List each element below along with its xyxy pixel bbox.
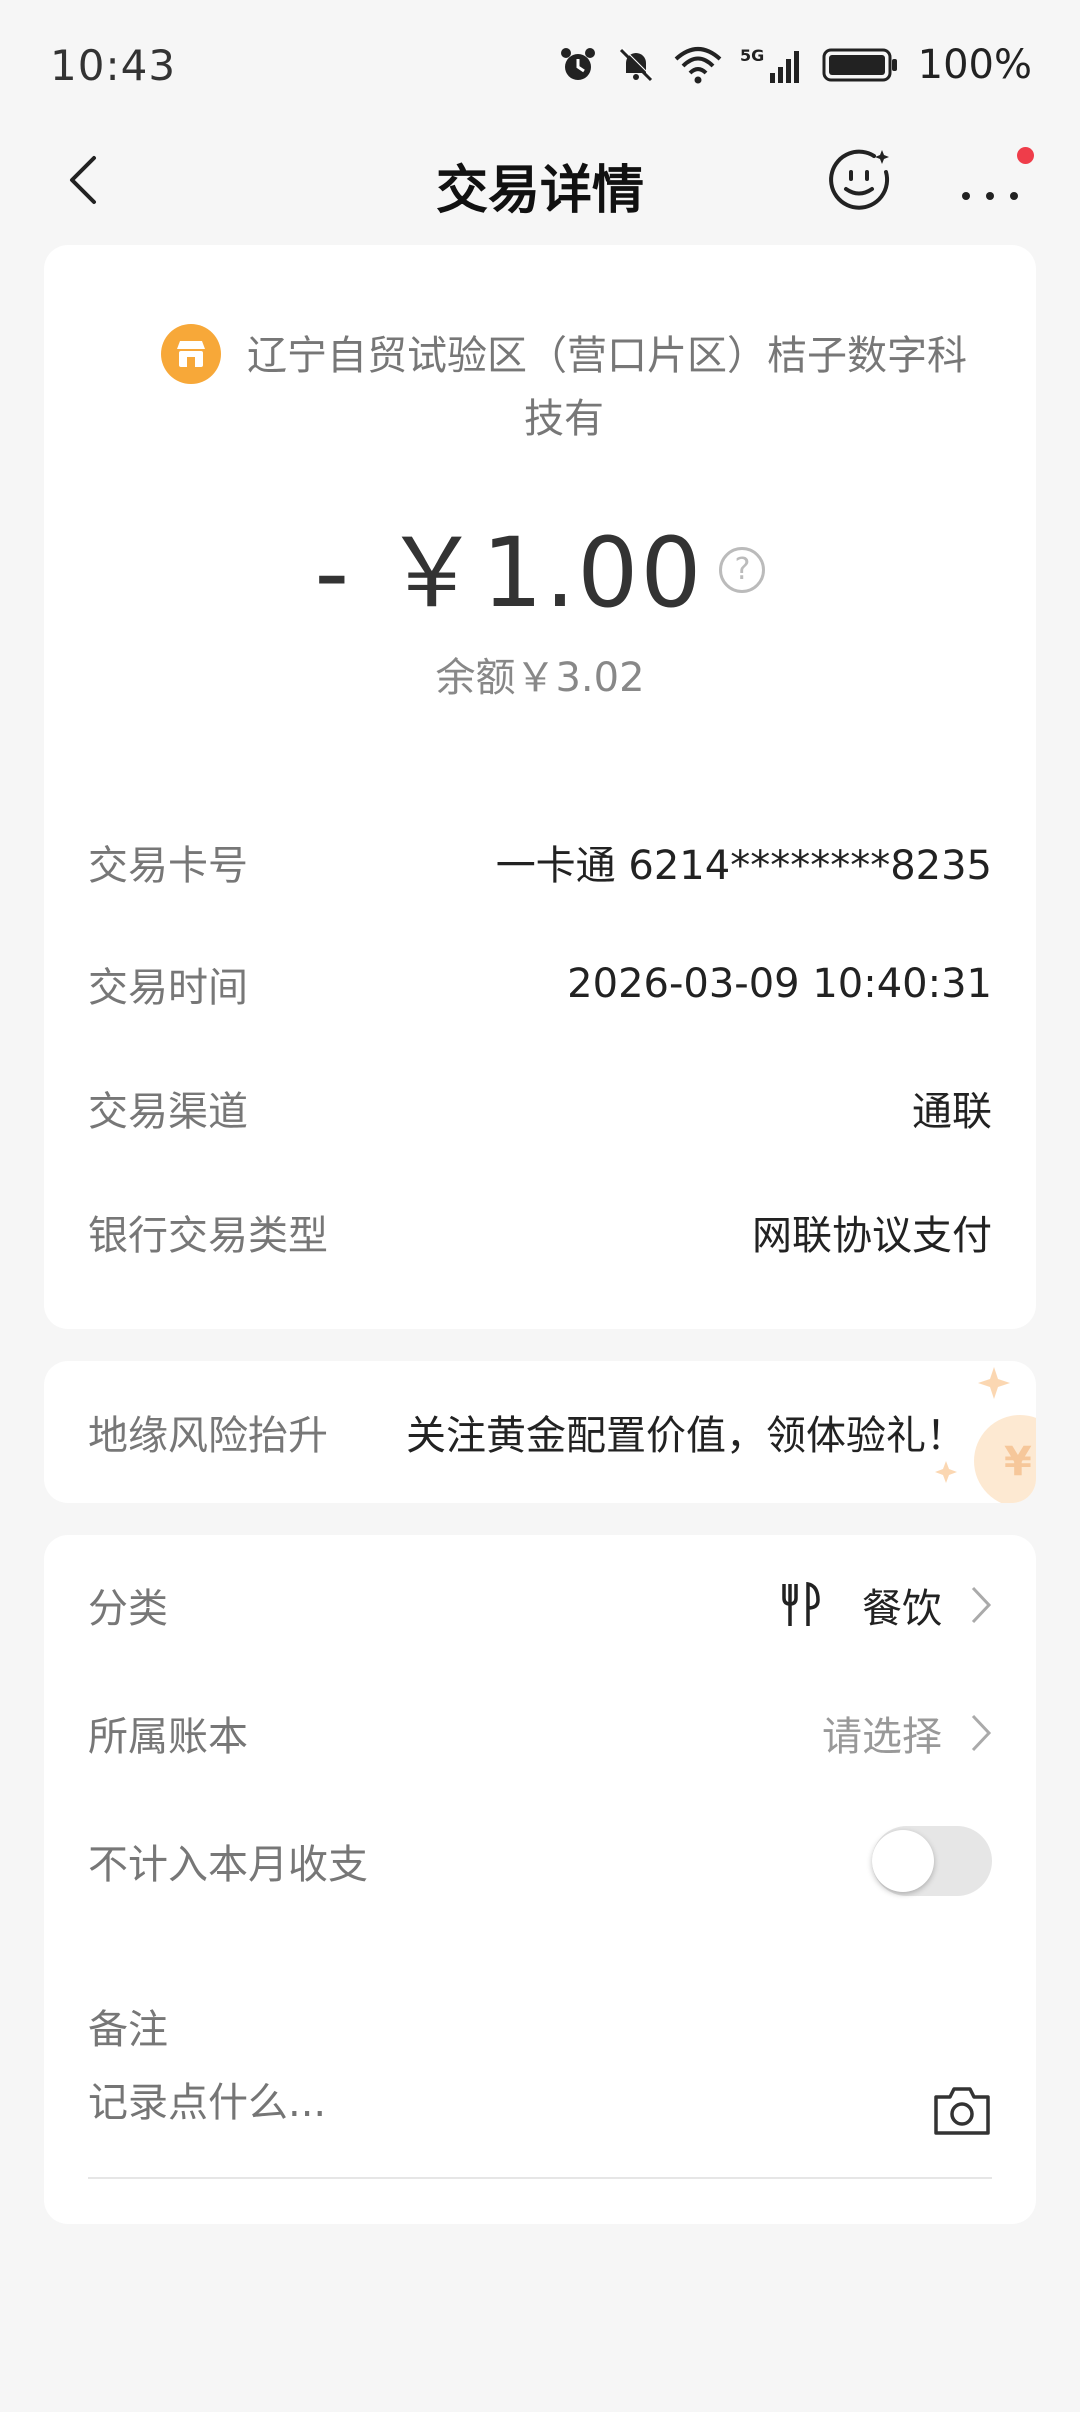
ledger-selector[interactable]: 请选择 bbox=[822, 1704, 992, 1762]
balance: 余额￥3.02 bbox=[435, 655, 645, 701]
svg-text:5G: 5G bbox=[740, 46, 764, 65]
category-row[interactable]: 分类 餐饮 bbox=[88, 1575, 992, 1635]
transaction-card: 辽宁自贸试验区（营口片区）桔子数字科技有 - ￥1.00? 余额￥3.02 交易… bbox=[44, 245, 1036, 1329]
chevron-right-icon bbox=[971, 1714, 992, 1752]
page-title: 交易详情 bbox=[435, 161, 644, 221]
detail-label: 银行交易类型 bbox=[88, 1213, 328, 1259]
fork-knife-icon bbox=[782, 1582, 820, 1626]
detail-value: 一卡通 6214********8235 bbox=[495, 843, 992, 889]
toggle-knob bbox=[872, 1830, 934, 1892]
exclude-label: 不计入本月收支 bbox=[88, 1842, 368, 1888]
detail-row-card-number: 交易卡号 一卡通 6214********8235 bbox=[88, 832, 992, 892]
detail-value: 网联协议支付 bbox=[752, 1213, 992, 1259]
exclude-row: 不计入本月收支 bbox=[88, 1826, 992, 1896]
detail-row-time: 交易时间 2026-03-09 10:40:31 bbox=[88, 954, 992, 1014]
remark-input[interactable] bbox=[88, 2080, 888, 2126]
more-options-icon[interactable] bbox=[956, 146, 1026, 212]
promo-text: 关注黄金配置价值，领体验礼！ bbox=[406, 1413, 966, 1459]
detail-row-bank-type: 银行交易类型 网联协议支付 bbox=[88, 1202, 992, 1262]
category-value: 餐饮 bbox=[862, 1586, 942, 1632]
help-icon[interactable]: ? bbox=[719, 546, 766, 593]
nav-bar: 交易详情 bbox=[0, 130, 1080, 230]
ledger-row[interactable]: 所属账本 请选择 bbox=[88, 1703, 992, 1763]
promo-label: 地缘风险抬升 bbox=[88, 1413, 328, 1459]
mute-bell-icon bbox=[619, 47, 653, 82]
signal-5g-icon: 5G bbox=[740, 46, 799, 83]
settings-card: 分类 餐饮 所属账本 请选择 不计入本月收支 备注 bbox=[44, 1535, 1036, 2224]
ledger-label: 所属账本 bbox=[88, 1714, 248, 1760]
detail-label: 交易时间 bbox=[88, 965, 248, 1011]
store-icon bbox=[161, 324, 221, 384]
status-bar: 10:43 5G 100% bbox=[0, 0, 1080, 130]
promo-banner[interactable]: 地缘风险抬升 关注黄金配置价值，领体验礼！ ¥ bbox=[44, 1361, 1036, 1503]
battery-level: 100% bbox=[917, 42, 1032, 88]
amount-value: - ￥1.00 bbox=[314, 517, 704, 629]
category-label: 分类 bbox=[88, 1586, 168, 1632]
wifi-icon bbox=[674, 47, 721, 84]
merchant-name: 辽宁自贸试验区（营口片区）桔子数字科技有 bbox=[247, 333, 967, 442]
status-time: 10:43 bbox=[50, 40, 177, 90]
coin-decoration-icon: ¥ bbox=[935, 1367, 1036, 1503]
merchant: 辽宁自贸试验区（营口片区）桔子数字科技有 bbox=[144, 324, 984, 450]
assistant-bot-icon[interactable] bbox=[826, 146, 892, 212]
svg-text:¥: ¥ bbox=[1004, 1439, 1032, 1485]
chevron-right-icon bbox=[971, 1586, 992, 1624]
exclude-toggle[interactable] bbox=[872, 1826, 992, 1896]
detail-value: 通联 bbox=[912, 1089, 992, 1135]
ledger-value: 请选择 bbox=[822, 1714, 942, 1760]
notification-dot bbox=[1017, 147, 1034, 164]
amount: - ￥1.00? bbox=[44, 495, 1036, 634]
detail-label: 交易渠道 bbox=[88, 1089, 248, 1135]
camera-icon[interactable] bbox=[932, 2085, 992, 2137]
status-icons: 5G 100% bbox=[558, 42, 1032, 88]
detail-value: 2026-03-09 10:40:31 bbox=[567, 961, 992, 1007]
category-selector[interactable]: 餐饮 bbox=[780, 1576, 992, 1634]
detail-row-channel: 交易渠道 通联 bbox=[88, 1078, 992, 1138]
detail-label: 交易卡号 bbox=[88, 843, 248, 889]
alarm-icon bbox=[560, 48, 595, 80]
remark-underline bbox=[88, 2177, 992, 2179]
remark-label: 备注 bbox=[88, 2007, 168, 2053]
battery-icon bbox=[822, 48, 897, 82]
